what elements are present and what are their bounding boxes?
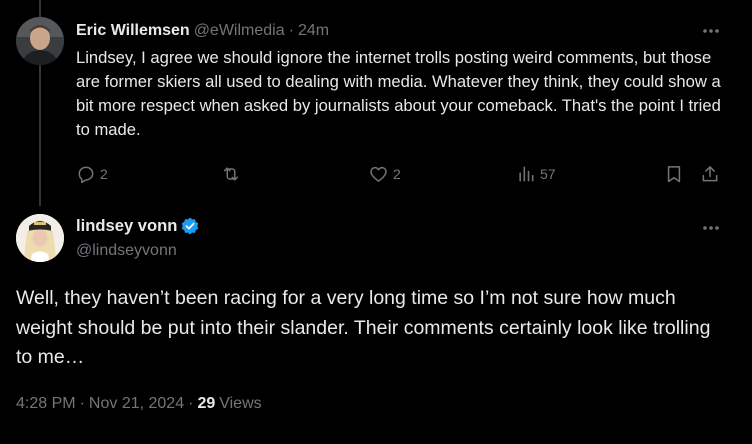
like-count: 2 xyxy=(393,166,401,182)
more-options-button[interactable] xyxy=(699,21,723,41)
views-count: 29 xyxy=(197,395,216,412)
views-count: 57 xyxy=(540,166,556,182)
reply-count: 2 xyxy=(100,166,108,182)
verified-badge-icon[interactable] xyxy=(180,216,200,236)
separator: · xyxy=(79,395,85,412)
avatar[interactable] xyxy=(16,17,64,65)
post-date[interactable]: Nov 21, 2024 xyxy=(89,395,184,413)
views-label: Views xyxy=(219,395,262,412)
main-author-row: lindsey vonn xyxy=(76,216,200,236)
main-tweet-text: Well, they haven’t been racing for a ver… xyxy=(16,287,711,368)
tweet-thread-page: Eric Willemsen @eWilmedia · 24m Lindsey,… xyxy=(0,0,752,444)
reply-action-bar: 2 2 57 xyxy=(76,161,736,187)
bookmark-icon xyxy=(667,166,681,183)
heart-icon xyxy=(370,166,387,182)
retweet-button[interactable] xyxy=(220,161,246,187)
reply-text: Lindsey, I agree we should ignore the in… xyxy=(76,48,721,139)
share-upload-icon xyxy=(702,166,718,182)
post-time[interactable]: 4:28 PM xyxy=(16,395,76,413)
reply-header: Eric Willemsen @eWilmedia · 24m xyxy=(76,20,329,42)
reply-bubble-icon xyxy=(78,166,94,184)
more-options-button[interactable] xyxy=(699,218,723,238)
author-name[interactable]: Eric Willemsen xyxy=(76,22,190,40)
more-horizontal-icon xyxy=(703,29,719,33)
avatar[interactable] xyxy=(16,214,64,262)
reply-tweet[interactable]: Eric Willemsen @eWilmedia · 24m Lindsey,… xyxy=(0,0,752,206)
separator: · xyxy=(188,395,194,412)
author-handle[interactable]: @eWilmedia xyxy=(194,22,285,40)
post-time[interactable]: 24m xyxy=(298,22,329,40)
more-horizontal-icon xyxy=(703,226,719,230)
views-button[interactable]: 57 xyxy=(516,161,556,187)
analytics-bar-icon xyxy=(519,166,534,182)
author-name[interactable]: lindsey vonn xyxy=(76,216,177,236)
retweet-icon xyxy=(224,167,238,181)
reply-button[interactable]: 2 xyxy=(76,161,108,187)
like-button[interactable]: 2 xyxy=(368,161,401,187)
share-button[interactable] xyxy=(700,161,720,187)
author-handle[interactable]: @lindseyvonn xyxy=(76,242,177,260)
bookmark-button[interactable] xyxy=(664,161,684,187)
tweet-metadata: 4:28 PM · Nov 21, 2024 · 29 Views xyxy=(16,395,262,413)
separator: · xyxy=(288,22,294,39)
